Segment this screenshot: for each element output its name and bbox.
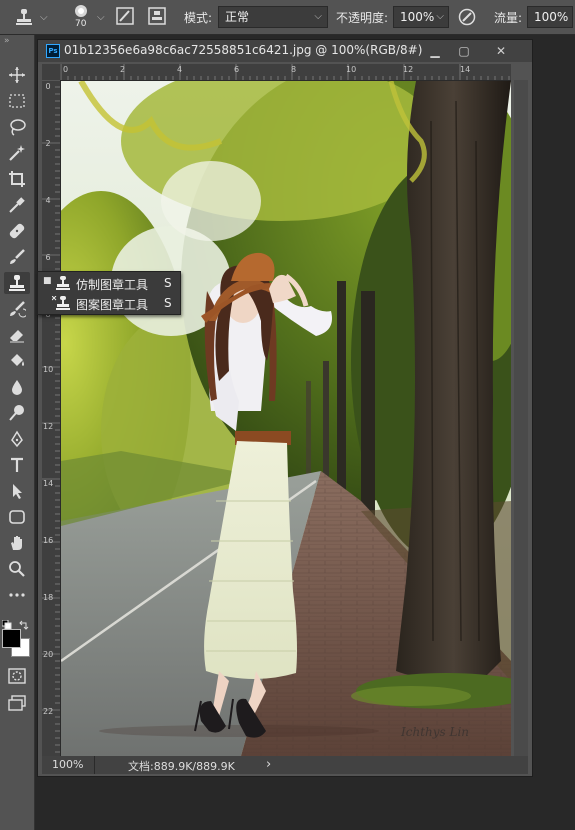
zoom-level[interactable]: 100% xyxy=(52,758,83,771)
flow-field[interactable]: 100% xyxy=(527,6,573,28)
status-menu-arrow[interactable]: › xyxy=(266,757,271,772)
clone-stamp-flyout-menu: ■ 仿制图章工具 S 图案图章工具 S xyxy=(37,271,181,315)
menu-item-shortcut: S xyxy=(164,296,172,310)
vertical-scrollbar[interactable] xyxy=(514,80,528,756)
opacity-label: 不透明度: xyxy=(336,11,389,25)
tools-panel: » xyxy=(0,35,35,830)
minimize-icon[interactable]: ▁ xyxy=(426,42,444,60)
panel-collapse-icon[interactable]: » xyxy=(4,36,10,46)
more-tools-icon[interactable] xyxy=(4,584,30,606)
ruler-left-label: 4 xyxy=(45,196,51,205)
ruler-top-label: 4 xyxy=(177,65,183,74)
ruler-left-label: 14 xyxy=(43,479,54,488)
ruler-top-label: 6 xyxy=(234,65,240,74)
menu-item-label: 图案图章工具 xyxy=(76,298,149,312)
ruler-left: 0 2 4 6 8 10 12 14 16 18 20 22 xyxy=(42,80,61,756)
menu-item-shortcut: S xyxy=(164,276,172,290)
photo-woman-tree-lined-path: Ichthys Lin xyxy=(61,81,511,756)
opacity-value: 100% xyxy=(400,10,435,24)
brush-size: 70 xyxy=(75,19,87,29)
ruler-corner xyxy=(42,64,60,80)
eraser-tool-icon[interactable] xyxy=(4,324,30,346)
mode-value: 正常 xyxy=(225,10,250,24)
ruler-left-label: 20 xyxy=(43,650,54,659)
menu-item-pattern-stamp[interactable]: 图案图章工具 S xyxy=(38,293,180,313)
document-window: Ps 01b12356e6a98c6ac72558851c6421.jpg @ … xyxy=(37,39,533,777)
close-icon[interactable]: ✕ xyxy=(492,42,510,60)
healing-brush-tool-icon[interactable] xyxy=(4,220,30,242)
ruler-top-label: 2 xyxy=(120,65,126,74)
brush-tool-icon[interactable] xyxy=(4,246,30,268)
opacity-field[interactable]: 100% ⌵ xyxy=(393,6,449,28)
brush-panel-icon[interactable] xyxy=(116,7,134,29)
screen-mode-icon[interactable] xyxy=(4,692,30,714)
menu-item-clone-stamp[interactable]: ■ 仿制图章工具 S xyxy=(38,273,180,293)
pattern-stamp-tool-icon xyxy=(51,295,70,313)
image-canvas[interactable]: Ichthys Lin xyxy=(61,81,511,756)
clone-stamp-tool-icon[interactable] xyxy=(14,8,34,30)
ruler-left-label: 6 xyxy=(45,253,51,262)
watermark-signature: Ichthys Lin xyxy=(400,725,469,739)
ruler-left-label: 0 xyxy=(45,82,51,91)
ruler-left-label: 22 xyxy=(43,707,54,716)
lasso-tool-icon[interactable] xyxy=(4,116,30,138)
document-title: 01b12356e6a98c6ac72558851c6421.jpg @ 100… xyxy=(64,43,423,57)
foreground-color-swatch[interactable] xyxy=(2,629,21,648)
status-bar: 100% 文档:889.9K/889.9K › xyxy=(42,756,528,774)
ruler-top-label: 10 xyxy=(346,65,357,74)
crop-tool-icon[interactable] xyxy=(4,168,30,190)
clone-source-panel-icon[interactable] xyxy=(148,7,166,29)
zoom-tool-icon[interactable] xyxy=(4,558,30,580)
selected-bullet-icon: ■ xyxy=(43,276,52,286)
mode-dropdown[interactable]: 正常 ⌵ xyxy=(218,6,328,28)
magic-wand-tool-icon[interactable] xyxy=(4,142,30,164)
type-tool-icon[interactable] xyxy=(4,454,30,476)
ruler-top: 0 2 4 6 8 10 12 14 xyxy=(61,64,511,81)
chevron-down-icon: ⌵ xyxy=(314,11,322,22)
ruler-left-label: 18 xyxy=(43,593,54,602)
menu-item-label: 仿制图章工具 xyxy=(76,278,149,292)
quick-mask-icon[interactable] xyxy=(4,665,30,687)
move-tool-icon[interactable] xyxy=(4,64,30,86)
mode-label: 模式: xyxy=(184,11,213,25)
pressure-opacity-icon[interactable] xyxy=(458,8,476,30)
chevron-down-icon: ⌵ xyxy=(436,11,444,22)
document-size[interactable]: 文档:889.9K/889.9K xyxy=(128,758,235,774)
flow-value: 100% xyxy=(534,10,569,24)
maximize-icon[interactable]: ▢ xyxy=(455,42,473,60)
photoshop-icon: Ps xyxy=(46,44,60,58)
eyedropper-tool-icon[interactable] xyxy=(4,194,30,216)
ruler-top-label: 12 xyxy=(403,65,414,74)
chevron-down-icon[interactable]: ⌵ xyxy=(97,12,105,23)
marquee-tool-icon[interactable] xyxy=(4,90,30,112)
pen-tool-icon[interactable] xyxy=(4,428,30,450)
options-bar: ⌵ 70 ⌵ 模式: 正常 ⌵ 不透明度: 100% ⌵ 流量: 100% xyxy=(0,0,575,35)
ruler-top-label: 14 xyxy=(460,65,471,74)
path-selection-tool-icon[interactable] xyxy=(4,480,30,502)
ruler-left-label: 12 xyxy=(43,422,54,431)
ruler-left-label: 10 xyxy=(43,365,54,374)
history-brush-tool-icon[interactable] xyxy=(4,298,30,320)
clone-stamp-tool-icon xyxy=(56,276,70,293)
ruler-top-label: 8 xyxy=(291,65,297,74)
ruler-left-label: 2 xyxy=(45,139,51,148)
blur-tool-icon[interactable] xyxy=(4,376,30,398)
document-titlebar[interactable]: Ps 01b12356e6a98c6ac72558851c6421.jpg @ … xyxy=(38,40,532,62)
ruler-top-label: 0 xyxy=(63,65,69,74)
paint-bucket-tool-icon[interactable] xyxy=(4,350,30,372)
clone-stamp-tool-icon[interactable] xyxy=(4,272,30,294)
ruler-left-label: 16 xyxy=(43,536,54,545)
rectangle-tool-icon[interactable] xyxy=(4,506,30,528)
chevron-down-icon[interactable]: ⌵ xyxy=(40,12,48,23)
flow-label: 流量: xyxy=(494,11,523,25)
dodge-tool-icon[interactable] xyxy=(4,402,30,424)
hand-tool-icon[interactable] xyxy=(4,532,30,554)
